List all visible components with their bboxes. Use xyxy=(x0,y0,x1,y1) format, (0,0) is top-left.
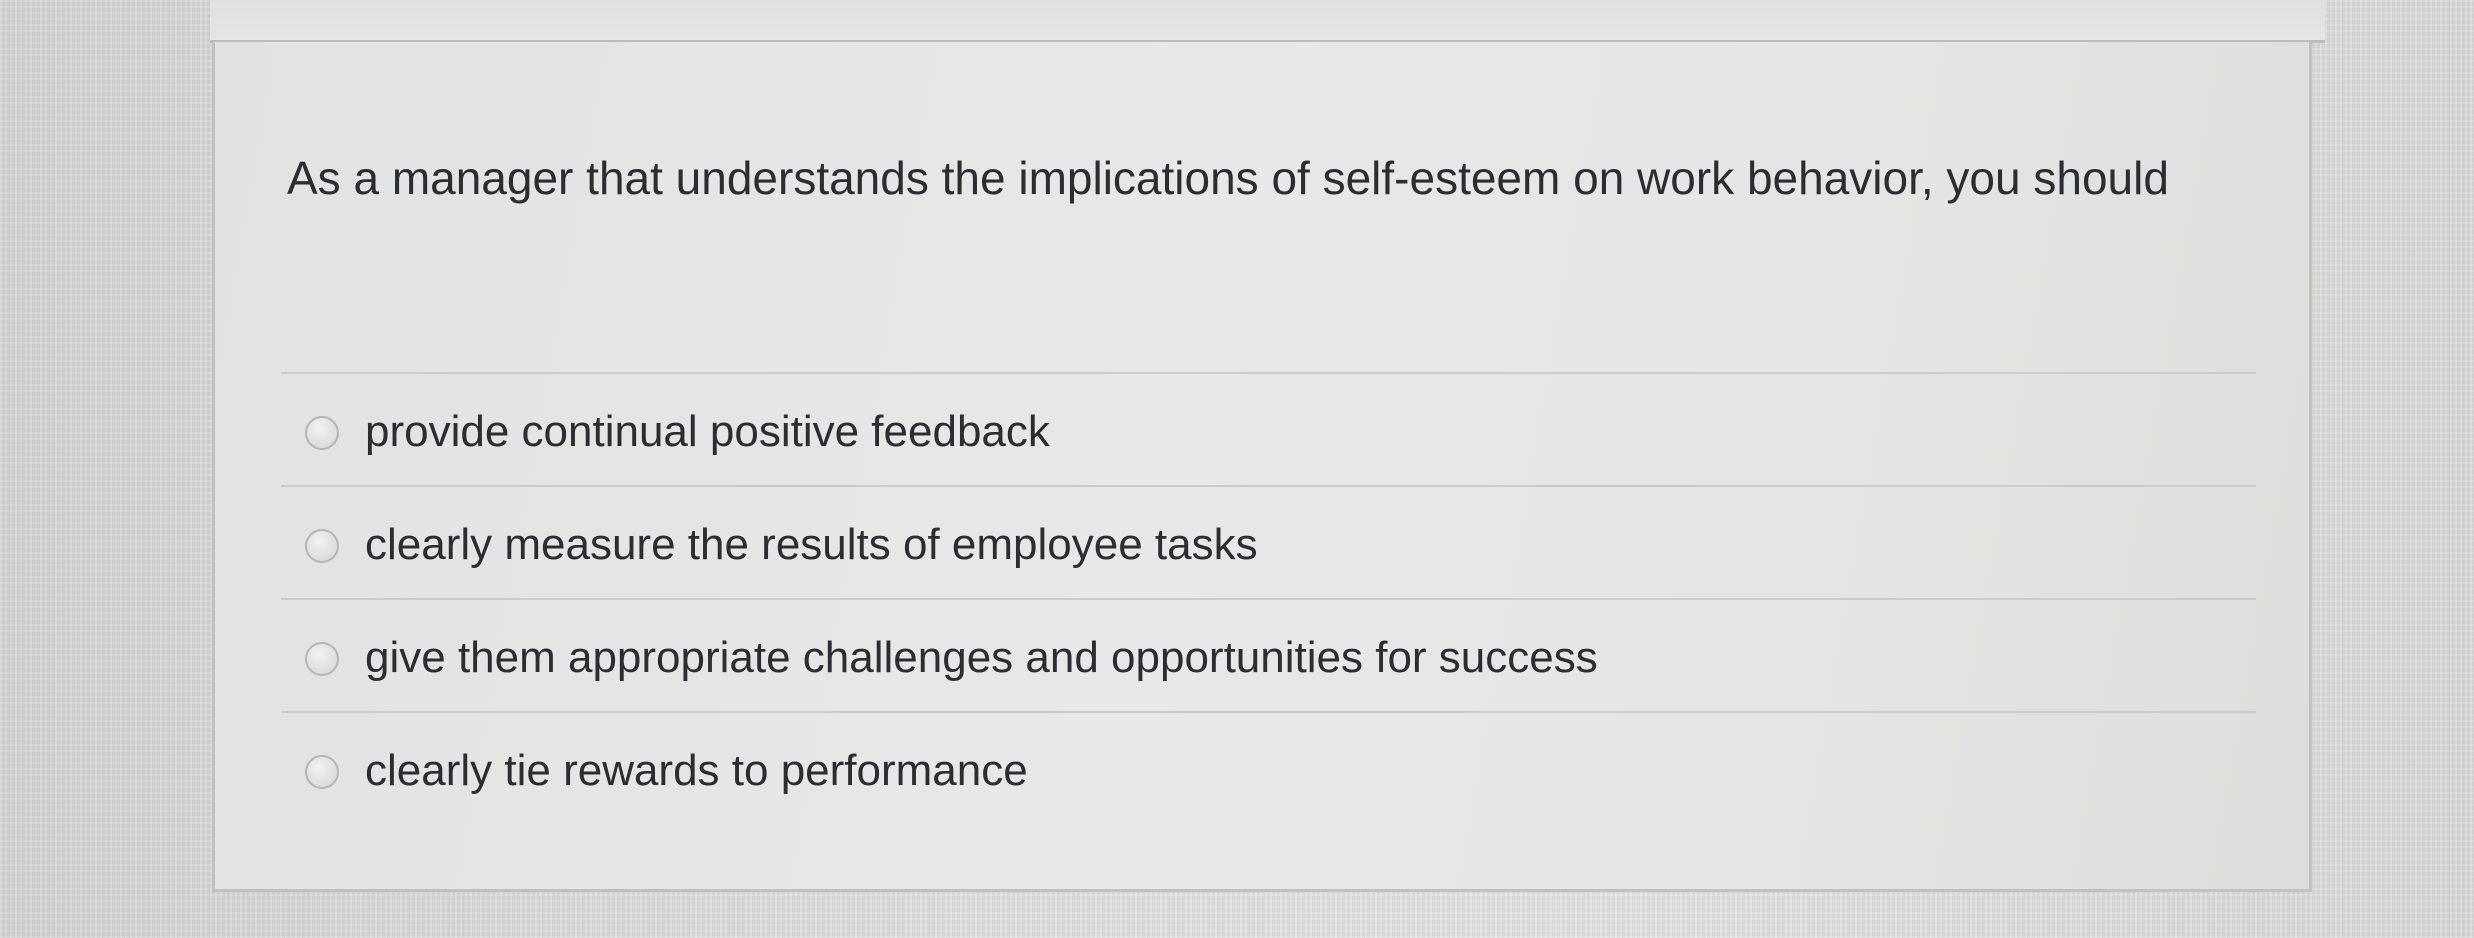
answer-options-list: provide continual positive feedback clea… xyxy=(281,372,2256,824)
question-card: As a manager that understands the implic… xyxy=(212,42,2312,892)
answer-option[interactable]: clearly tie rewards to performance xyxy=(281,711,2256,824)
previous-question-card-edge xyxy=(210,0,2325,43)
question-prompt: As a manager that understands the implic… xyxy=(287,152,2169,204)
answer-option-label[interactable]: give them appropriate challenges and opp… xyxy=(365,628,1598,688)
answer-option-label[interactable]: clearly measure the results of employee … xyxy=(365,515,1258,575)
radio-button[interactable] xyxy=(305,755,339,789)
radio-button[interactable] xyxy=(305,642,339,676)
radio-button[interactable] xyxy=(305,529,339,563)
answer-option[interactable]: clearly measure the results of employee … xyxy=(281,485,2256,598)
answer-option-label[interactable]: provide continual positive feedback xyxy=(365,402,1050,462)
answer-option-label[interactable]: clearly tie rewards to performance xyxy=(365,741,1028,801)
answer-option[interactable]: provide continual positive feedback xyxy=(281,372,2256,485)
radio-button[interactable] xyxy=(305,416,339,450)
answer-option[interactable]: give them appropriate challenges and opp… xyxy=(281,598,2256,711)
